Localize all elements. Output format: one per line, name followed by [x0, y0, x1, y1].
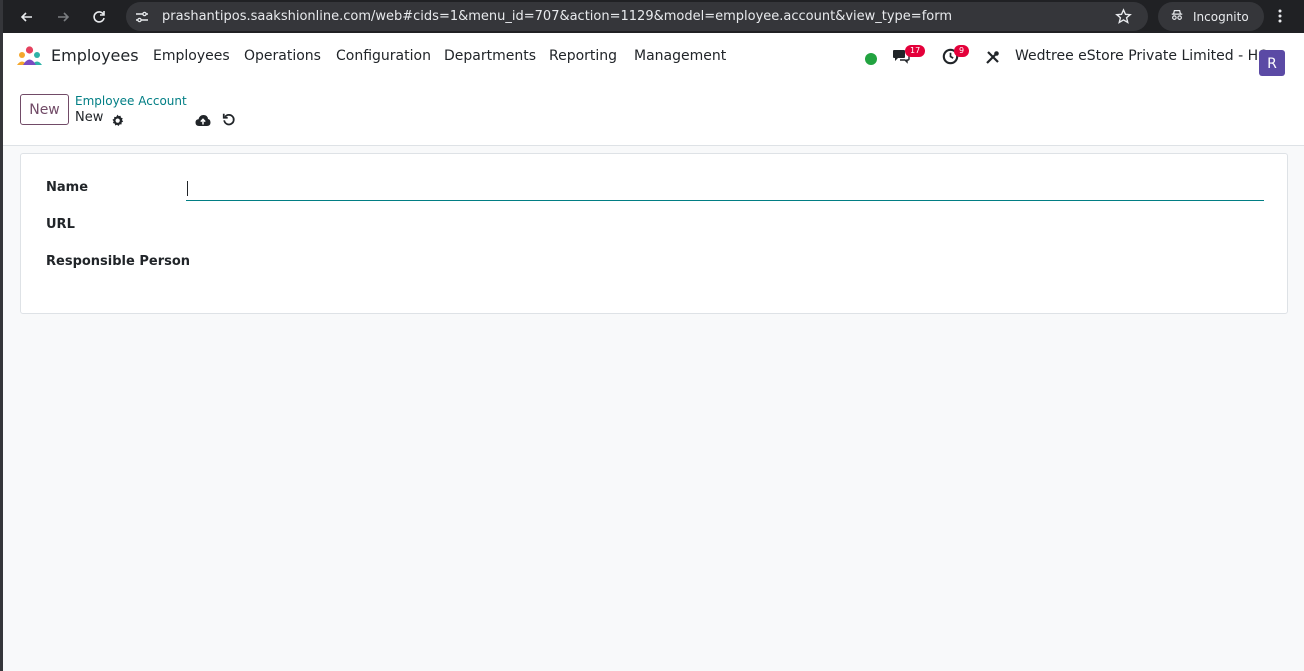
company-switcher[interactable]: Wedtree eStore Private Limited - HO	[1015, 48, 1269, 64]
save-cloud-icon[interactable]	[195, 112, 211, 131]
user-avatar[interactable]: R	[1259, 50, 1285, 76]
window-edge	[0, 0, 3, 671]
menu-employees[interactable]: Employees	[153, 48, 230, 64]
menu-operations[interactable]: Operations	[244, 48, 321, 64]
control-panel: New Employee Account New	[0, 79, 1304, 146]
menu-configuration[interactable]: Configuration	[336, 48, 431, 64]
reload-icon[interactable]	[86, 4, 112, 30]
activities-badge: 9	[954, 45, 970, 57]
avatar-letter: R	[1267, 56, 1277, 72]
form-sheet: Name URL Responsible Person	[20, 153, 1288, 314]
discard-undo-icon[interactable]	[222, 111, 236, 130]
gear-icon[interactable]	[111, 112, 124, 131]
site-info-icon[interactable]	[134, 9, 150, 29]
name-label: Name	[46, 180, 89, 195]
incognito-label: Incognito	[1193, 9, 1249, 24]
menu-departments[interactable]: Departments	[444, 48, 536, 64]
text-cursor	[187, 181, 188, 196]
back-icon[interactable]	[14, 4, 40, 30]
url-label: URL	[46, 217, 75, 232]
browser-toolbar: prashantipos.saakshionline.com/web#cids=…	[0, 0, 1304, 33]
main-navbar: Employees Employees Operations Configura…	[0, 33, 1304, 79]
app-name[interactable]: Employees	[51, 46, 139, 65]
browser-menu-icon[interactable]	[1276, 8, 1284, 28]
presence-status-icon	[865, 50, 877, 69]
menu-management[interactable]: Management	[634, 48, 726, 64]
app-logo-icon[interactable]	[16, 46, 43, 70]
responsible-person-label: Responsible Person	[46, 254, 191, 269]
url-text: prashantipos.saakshionline.com/web#cids=…	[162, 9, 953, 24]
incognito-icon	[1170, 8, 1184, 25]
incognito-indicator[interactable]: Incognito	[1158, 2, 1264, 31]
breadcrumb-employee-account[interactable]: Employee Account	[75, 94, 187, 108]
messages-badge: 17	[905, 45, 926, 57]
record-title: New	[75, 110, 104, 125]
menu-reporting[interactable]: Reporting	[549, 48, 617, 64]
forward-icon[interactable]	[50, 4, 76, 30]
debug-tools-icon[interactable]	[985, 49, 1001, 69]
new-button[interactable]: New	[20, 94, 69, 125]
bookmark-star-icon[interactable]	[1115, 8, 1132, 29]
address-bar[interactable]: prashantipos.saakshionline.com/web#cids=…	[126, 2, 1148, 31]
name-input[interactable]	[186, 176, 1264, 201]
